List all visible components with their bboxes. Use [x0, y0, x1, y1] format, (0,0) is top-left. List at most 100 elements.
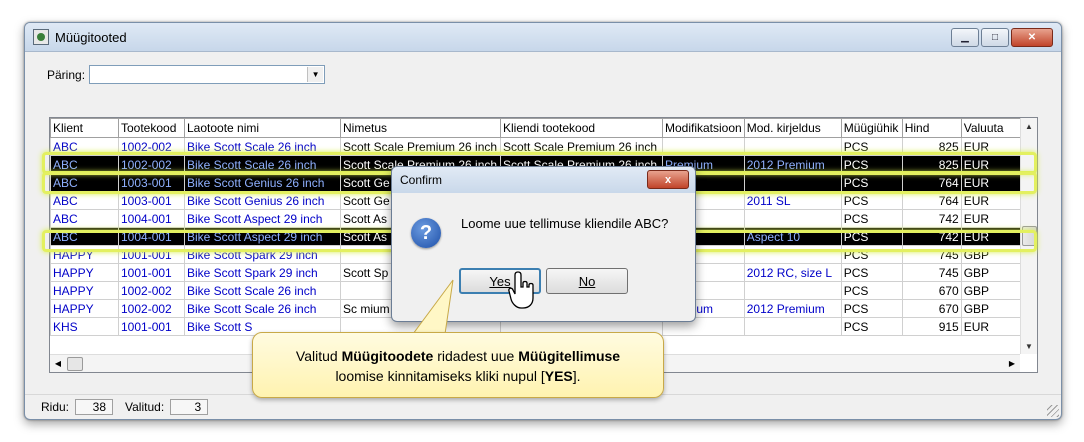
maximize-button[interactable]: □: [981, 28, 1009, 47]
table-cell: [743, 245, 842, 264]
table-cell: ABC: [50, 173, 119, 192]
dialog-message: Loome uue tellimuse kliendile ABC?: [461, 216, 669, 231]
column-header[interactable]: Müügiühik: [840, 118, 903, 138]
table-cell: Scott Scale Premium 26 inch: [500, 137, 663, 156]
table-cell: 2012 Premium: [743, 155, 842, 174]
table-cell: [743, 317, 842, 336]
table-cell: 1004-001: [118, 227, 185, 246]
table-cell: Scott Scale Premium 26 inch: [340, 137, 501, 156]
table-cell: Bike Scott Aspect 29 inch: [184, 209, 341, 228]
table-cell: Bike Scott Scale 26 inch: [184, 137, 341, 156]
horizontal-scroll-thumb[interactable]: [67, 357, 83, 371]
table-row[interactable]: ABC 1002-002 Bike Scott Scale 26 inch Scott…: [50, 137, 1022, 156]
column-header[interactable]: Valuuta: [960, 118, 1022, 138]
query-label: Päring:: [47, 67, 86, 82]
table-cell: [743, 281, 842, 300]
table-cell: 2011 SL: [743, 191, 842, 210]
table-cell: 742: [901, 227, 962, 246]
scroll-right-icon[interactable]: ▶: [1004, 355, 1020, 372]
table-cell: 745: [901, 263, 962, 282]
table-cell: 1001-001: [118, 317, 185, 336]
table-cell: 1002-002: [118, 137, 185, 156]
table-cell: 1004-001: [118, 209, 185, 228]
table-cell: 825: [901, 155, 962, 174]
table-cell: [743, 173, 842, 192]
table-cell: Bike Scott Genius 26 inch: [184, 191, 341, 210]
table-cell: HAPPY: [50, 281, 119, 300]
table-cell: ABC: [50, 227, 119, 246]
dialog-title-bar: Confirm x: [392, 167, 695, 193]
callout-line-1: Valitud Müügitoodete ridadest uue Müügit…: [253, 346, 663, 366]
table-cell: HAPPY: [50, 263, 119, 282]
vertical-scrollbar[interactable]: ▲ ▼: [1020, 118, 1037, 354]
callout-text: ].: [572, 368, 581, 384]
query-row: Päring: ▼: [47, 65, 326, 84]
table-cell: 670: [901, 281, 962, 300]
table-cell: HAPPY: [50, 245, 119, 264]
column-header[interactable]: Klient: [50, 118, 119, 138]
table-cell: EUR: [960, 209, 1022, 228]
table-cell: EUR: [960, 173, 1022, 192]
column-header[interactable]: Tootekood: [118, 118, 185, 138]
chevron-down-icon[interactable]: ▼: [307, 67, 324, 82]
query-dropdown[interactable]: ▼: [89, 65, 326, 84]
table-cell: 745: [901, 245, 962, 264]
table-cell: 2012 Premium: [743, 299, 842, 318]
table-cell: 670: [901, 299, 962, 318]
table-cell: PCS: [840, 245, 903, 264]
callout-bold: Müügitoodete: [341, 348, 434, 364]
table-cell: Bike Scott Genius 26 inch: [184, 173, 341, 192]
table-cell: ABC: [50, 191, 119, 210]
table-cell: 764: [901, 173, 962, 192]
title-bar: Müügitooted ▁ □ ✕: [25, 23, 1061, 52]
callout-text: Valitud: [295, 348, 342, 364]
question-icon: ?: [411, 218, 441, 248]
table-cell: GBP: [960, 263, 1022, 282]
close-window-button[interactable]: ✕: [1011, 28, 1053, 47]
table-cell: PCS: [840, 173, 903, 192]
table-cell: PCS: [840, 155, 903, 174]
selected-count-value: 3: [170, 399, 209, 415]
callout-bold: Müügitellimuse: [518, 348, 621, 364]
scroll-left-icon[interactable]: ◀: [50, 355, 66, 372]
table-cell: Aspect 10: [743, 227, 842, 246]
column-header[interactable]: Hind: [901, 118, 962, 138]
table-cell: 1002-002: [118, 155, 185, 174]
vertical-scroll-thumb[interactable]: [1022, 226, 1037, 246]
column-header[interactable]: Kliendi tootekood: [500, 118, 663, 138]
table-cell: ABC: [50, 137, 119, 156]
rows-count-value: 38: [75, 399, 114, 415]
table-cell: EUR: [960, 137, 1022, 156]
dialog-close-button[interactable]: x: [647, 170, 689, 189]
app-window-icon: [33, 29, 49, 45]
no-button[interactable]: No: [546, 268, 628, 294]
table-cell: [743, 137, 842, 156]
table-cell: EUR: [960, 191, 1022, 210]
table-cell: PCS: [840, 317, 903, 336]
scroll-down-icon[interactable]: ▼: [1021, 338, 1037, 354]
table-cell: 1001-001: [118, 263, 185, 282]
instruction-callout: Valitud Müügitoodete ridadest uue Müügit…: [252, 332, 664, 398]
table-cell: 1002-002: [118, 281, 185, 300]
column-header[interactable]: Mod. kirjeldus: [743, 118, 842, 138]
table-cell: ABC: [50, 155, 119, 174]
resize-grip[interactable]: [1047, 405, 1059, 417]
column-header[interactable]: Nimetus: [340, 118, 501, 138]
minimize-button[interactable]: ▁: [951, 28, 979, 47]
column-header[interactable]: Laotoote nimi: [184, 118, 341, 138]
table-cell: GBP: [960, 281, 1022, 300]
table-cell: 1001-001: [118, 245, 185, 264]
table-cell: EUR: [960, 317, 1022, 336]
table-cell: PCS: [840, 191, 903, 210]
rows-count-label: Ridu:: [41, 400, 70, 414]
table-cell: HAPPY: [50, 299, 119, 318]
scroll-up-icon[interactable]: ▲: [1021, 118, 1037, 134]
callout-line-2: loomise kinnitamiseks kliki nupul [YES].: [253, 366, 663, 386]
table-cell: 1002-002: [118, 299, 185, 318]
table-cell: EUR: [960, 227, 1022, 246]
callout-text: ridadest uue: [433, 348, 519, 364]
column-header[interactable]: Modifikatsioon: [662, 118, 745, 138]
window-title: Müügitooted: [55, 29, 127, 45]
table-header: Klient Tootekood Laotoote nimi Nimetus Klien…: [50, 118, 1022, 138]
table-cell: Bike Scott Scale 26 inch: [184, 155, 341, 174]
